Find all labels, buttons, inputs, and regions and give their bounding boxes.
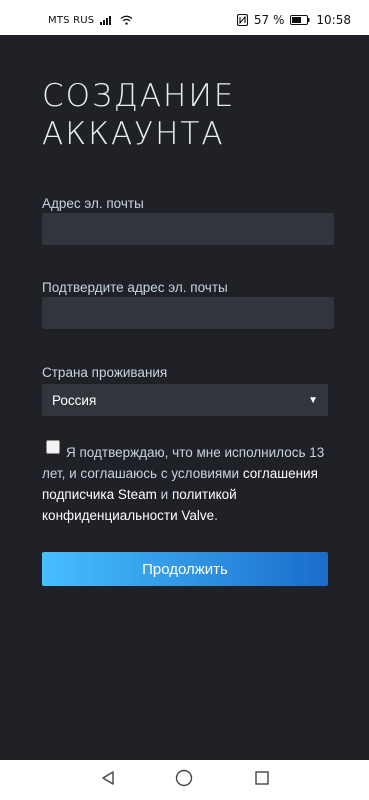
country-label: Страна проживания <box>42 365 168 380</box>
agreement-text-3: . <box>214 508 218 523</box>
email-label: Адрес эл. почты <box>42 196 144 211</box>
agreement-text-2: и <box>156 487 172 502</box>
recents-icon <box>254 770 270 791</box>
battery-percent: 57 % <box>253 13 285 27</box>
battery-icon <box>290 15 310 25</box>
carrier-name: MTS RUS <box>48 14 95 26</box>
country-select[interactable]: Россия ▼ <box>42 384 328 416</box>
country-select-value: Россия <box>52 392 97 408</box>
main-content: СОЗДАНИЕ АККАУНТА Адрес эл. почты Подтве… <box>0 35 369 760</box>
page-title-line-2: АККАУНТА <box>42 116 225 152</box>
continue-button[interactable]: Продолжить <box>42 552 328 586</box>
home-icon <box>175 769 193 792</box>
agreement-text: Я подтверждаю, что мне исполнилось 13 ле… <box>42 442 332 526</box>
signal-icon <box>100 15 114 25</box>
nfc-icon <box>236 14 248 26</box>
email-field[interactable] <box>42 213 334 245</box>
back-button[interactable] <box>98 770 118 790</box>
page-title-line-1: СОЗДАНИЕ <box>42 78 236 114</box>
dropdown-arrow-icon: ▼ <box>308 394 318 406</box>
wifi-icon <box>120 15 133 25</box>
clock: 10:58 <box>316 13 351 27</box>
back-icon <box>100 770 116 791</box>
recents-button[interactable] <box>252 770 272 790</box>
navigation-bar <box>0 760 369 800</box>
home-button[interactable] <box>174 769 194 792</box>
status-left: MTS RUS <box>48 12 133 28</box>
page-title: СОЗДАНИЕ АККАУНТА <box>42 77 342 153</box>
confirm-email-field[interactable] <box>42 297 334 329</box>
confirm-email-label: Подтвердите адрес эл. почты <box>42 280 228 295</box>
status-right: 57 % 10:58 <box>236 12 351 28</box>
status-bar: MTS RUS 57 % 10:58 <box>0 0 369 35</box>
